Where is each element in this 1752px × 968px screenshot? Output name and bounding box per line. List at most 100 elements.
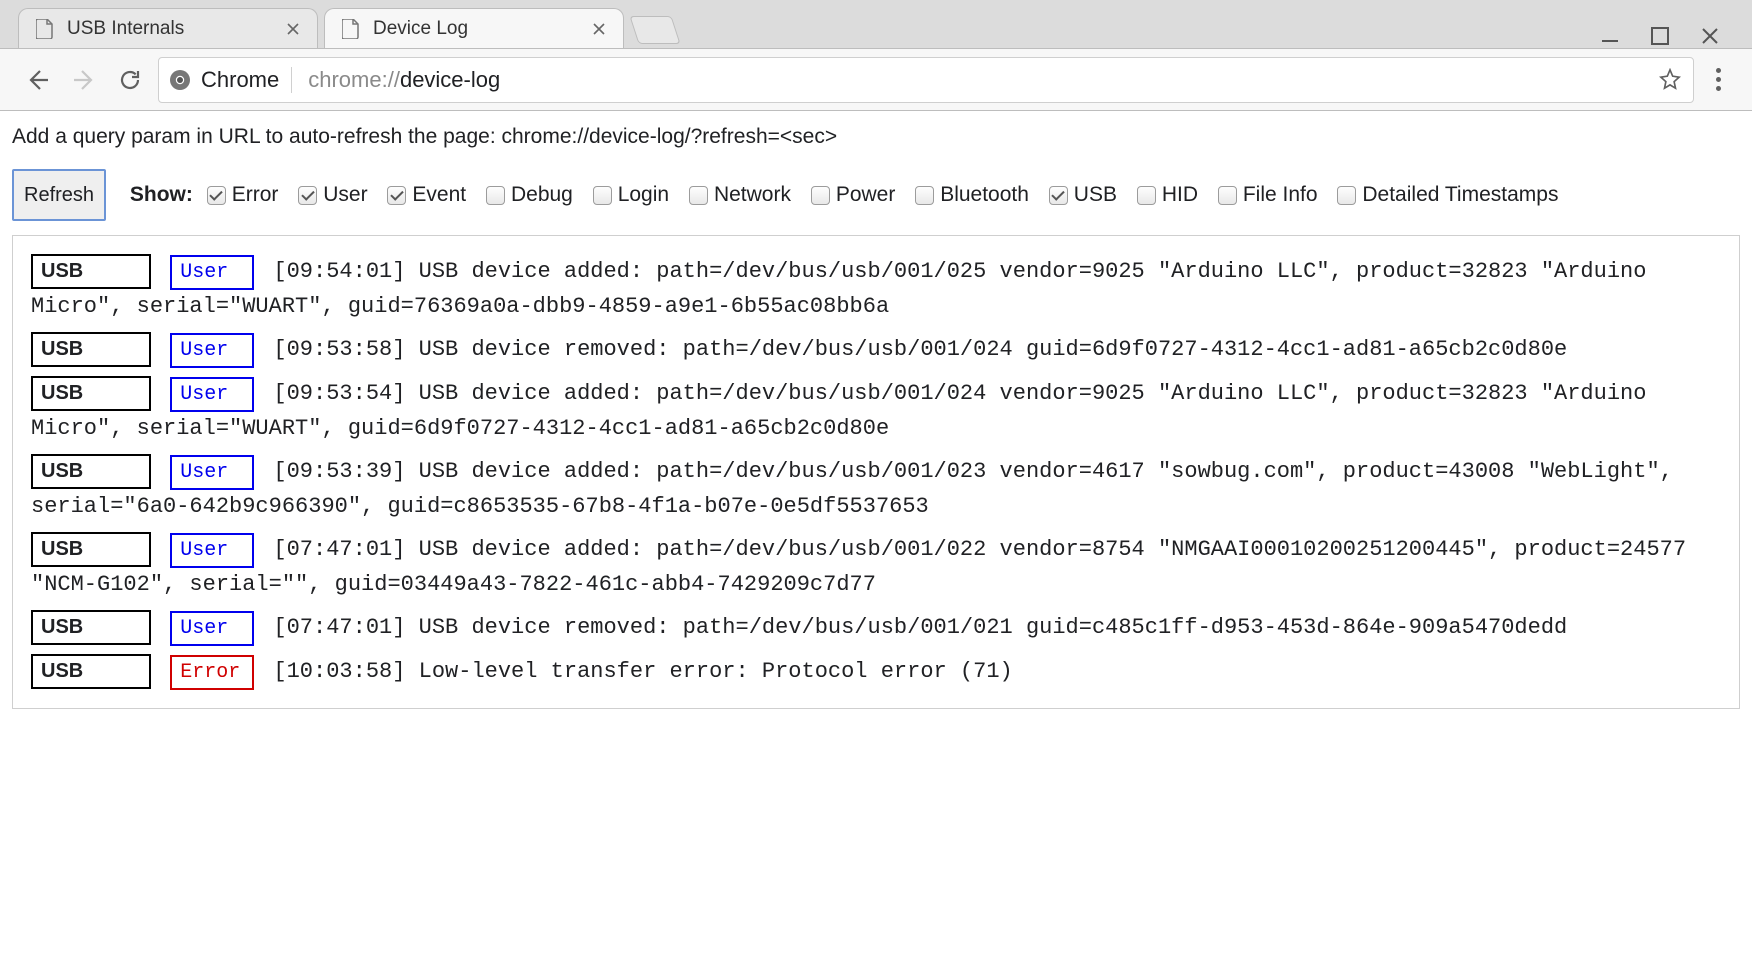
- filter-label: Network: [714, 174, 791, 216]
- log-container: USB User [09:54:01] USB device added: pa…: [12, 235, 1740, 709]
- checkbox-icon[interactable]: [486, 186, 505, 205]
- window-controls: [1598, 24, 1744, 48]
- log-message: USB device removed: path=/dev/bus/usb/00…: [419, 337, 1568, 362]
- log-level-badge: User: [170, 255, 254, 290]
- log-level-badge: User: [170, 455, 254, 490]
- checkbox-icon[interactable]: [811, 186, 830, 205]
- filter-login[interactable]: Login: [593, 174, 669, 216]
- tab-usb-internals[interactable]: USB Internals: [18, 8, 318, 48]
- browser-menu-button[interactable]: [1704, 68, 1732, 91]
- log-entry: USB User [09:53:54] USB device added: pa…: [31, 376, 1721, 446]
- browser-frame: USB Internals Device Log: [0, 0, 1752, 111]
- log-message: Low-level transfer error: Protocol error…: [419, 659, 1013, 684]
- log-timestamp: [07:47:01]: [260, 537, 418, 562]
- filter-usb[interactable]: USB: [1049, 174, 1117, 216]
- filter-hid[interactable]: HID: [1137, 174, 1198, 216]
- log-entry: USB User [09:53:39] USB device added: pa…: [31, 454, 1721, 524]
- filter-network[interactable]: Network: [689, 174, 791, 216]
- forward-button[interactable]: [66, 62, 102, 98]
- show-label: Show:: [130, 183, 193, 206]
- filter-file-info[interactable]: File Info: [1218, 174, 1318, 216]
- log-message: USB device removed: path=/dev/bus/usb/00…: [419, 615, 1568, 640]
- checkbox-icon[interactable]: [1137, 186, 1156, 205]
- close-icon[interactable]: [283, 19, 303, 39]
- log-level-badge: User: [170, 377, 254, 412]
- checkbox-icon[interactable]: [1049, 186, 1068, 205]
- page-icon: [35, 19, 55, 39]
- log-timestamp: [09:53:39]: [260, 459, 418, 484]
- close-window-icon[interactable]: [1698, 24, 1722, 48]
- log-level-badge: User: [170, 611, 254, 646]
- filter-label: Debug: [511, 174, 573, 216]
- log-entry: USB User [07:47:01] USB device removed: …: [31, 610, 1721, 646]
- log-level-badge: User: [170, 333, 254, 368]
- url-text: chrome://device-log: [308, 67, 500, 93]
- log-timestamp: [09:53:54]: [260, 381, 418, 406]
- tab-title: USB Internals: [67, 18, 184, 40]
- filter-label: Power: [836, 174, 896, 216]
- filter-label: USB: [1074, 174, 1117, 216]
- log-entry: USB User [09:53:58] USB device removed: …: [31, 332, 1721, 368]
- minimize-icon[interactable]: [1598, 24, 1622, 48]
- log-type-badge: USB: [31, 376, 151, 411]
- checkbox-icon[interactable]: [689, 186, 708, 205]
- log-timestamp: [09:53:58]: [260, 337, 418, 362]
- log-timestamp: [10:03:58]: [260, 659, 418, 684]
- url-path: device-log: [400, 67, 500, 92]
- checkbox-icon[interactable]: [207, 186, 226, 205]
- checkbox-icon[interactable]: [593, 186, 612, 205]
- close-icon[interactable]: [589, 19, 609, 39]
- log-type-badge: USB: [31, 610, 151, 645]
- back-button[interactable]: [20, 62, 56, 98]
- filter-error[interactable]: Error: [207, 174, 279, 216]
- page-content: Add a query param in URL to auto-refresh…: [0, 111, 1752, 723]
- log-type-badge: USB: [31, 454, 151, 489]
- filter-controls: Refresh Show: Error User Event Debug Log…: [12, 169, 1740, 221]
- log-type-badge: USB: [31, 332, 151, 367]
- tab-title: Device Log: [373, 18, 468, 40]
- address-bar[interactable]: Chrome chrome://device-log: [158, 57, 1694, 103]
- log-entry: USB User [09:54:01] USB device added: pa…: [31, 254, 1721, 324]
- browser-toolbar: Chrome chrome://device-log: [0, 48, 1752, 110]
- tab-strip: USB Internals Device Log: [0, 0, 1752, 48]
- log-type-badge: USB: [31, 654, 151, 689]
- log-type-badge: USB: [31, 254, 151, 289]
- checkbox-icon[interactable]: [1337, 186, 1356, 205]
- filter-label: Bluetooth: [940, 174, 1029, 216]
- log-level-badge: User: [170, 533, 254, 568]
- maximize-icon[interactable]: [1648, 24, 1672, 48]
- checkbox-icon[interactable]: [915, 186, 934, 205]
- page-icon: [341, 19, 361, 39]
- log-type-badge: USB: [31, 532, 151, 567]
- tab-device-log[interactable]: Device Log: [324, 8, 624, 48]
- auto-refresh-hint: Add a query param in URL to auto-refresh…: [12, 125, 1740, 149]
- url-prefix: chrome://: [308, 67, 400, 92]
- filter-debug[interactable]: Debug: [486, 174, 573, 216]
- filter-label: HID: [1162, 174, 1198, 216]
- url-scheme-label: Chrome: [201, 67, 292, 93]
- log-timestamp: [09:54:01]: [260, 259, 418, 284]
- filter-power[interactable]: Power: [811, 174, 896, 216]
- bookmark-star-icon[interactable]: [1659, 68, 1683, 92]
- log-level-badge: Error: [170, 655, 254, 690]
- checkbox-icon[interactable]: [387, 186, 406, 205]
- filter-bluetooth[interactable]: Bluetooth: [915, 174, 1029, 216]
- filter-label: Detailed Timestamps: [1362, 174, 1558, 216]
- chrome-icon: [169, 69, 191, 91]
- log-timestamp: [07:47:01]: [260, 615, 418, 640]
- filter-detailed-timestamps[interactable]: Detailed Timestamps: [1337, 174, 1558, 216]
- checkbox-icon[interactable]: [1218, 186, 1237, 205]
- filter-label: User: [323, 174, 367, 216]
- filter-label: File Info: [1243, 174, 1318, 216]
- filter-label: Error: [232, 174, 279, 216]
- new-tab-button[interactable]: [629, 16, 680, 44]
- filter-user[interactable]: User: [298, 174, 367, 216]
- checkbox-icon[interactable]: [298, 186, 317, 205]
- log-entry: USB User [07:47:01] USB device added: pa…: [31, 532, 1721, 602]
- reload-button[interactable]: [112, 62, 148, 98]
- filter-label: Event: [412, 174, 466, 216]
- filter-label: Login: [618, 174, 669, 216]
- log-entry: USB Error [10:03:58] Low-level transfer …: [31, 654, 1721, 690]
- refresh-button[interactable]: Refresh: [12, 169, 106, 221]
- filter-event[interactable]: Event: [387, 174, 466, 216]
